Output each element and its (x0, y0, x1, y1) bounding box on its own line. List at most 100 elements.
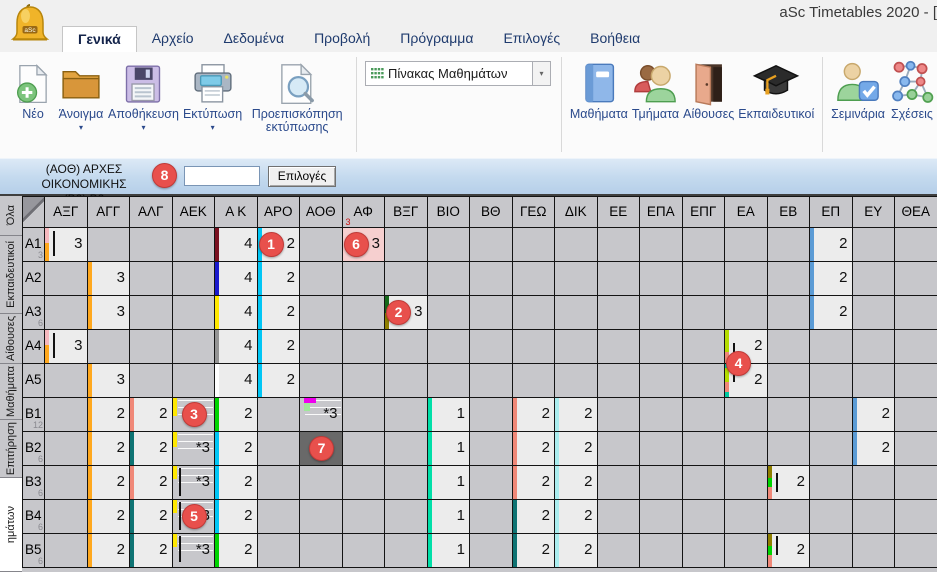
row-header-B1[interactable]: B112 (22, 398, 45, 432)
toolbar-button-Αποθήκευση[interactable]: Αποθήκευση▾ (108, 56, 179, 132)
side-tab-ημάτων[interactable]: ημάτων (0, 478, 22, 572)
lesson-cell-A5-ΑΓΓ[interactable]: 3 (88, 364, 131, 398)
lesson-cell-B2-ΑΓΓ[interactable]: 2 (88, 432, 131, 466)
lesson-cell-A1-ΑΟΘ[interactable] (300, 228, 343, 262)
lesson-cell-A4-ΕΕ[interactable] (598, 330, 641, 364)
lesson-cell-A4-ΑΕΚ[interactable] (173, 330, 216, 364)
lesson-cell-A2-ΑΓΓ[interactable]: 3 (88, 262, 131, 296)
row-header-A1[interactable]: A13 (22, 228, 45, 262)
lesson-cell-A2-Α Κ[interactable]: 4 (215, 262, 258, 296)
lesson-cell-A5-ΘΕΑ[interactable] (895, 364, 937, 398)
lesson-cell-A1-ΕΥ[interactable] (853, 228, 896, 262)
lesson-cell-A2-ΘΕΑ[interactable] (895, 262, 937, 296)
lesson-cell-A2-ΑΦ[interactable] (343, 262, 386, 296)
lesson-cell-A5-ΒΙΟ[interactable] (428, 364, 471, 398)
lesson-cell-B4-ΑΛΓ[interactable]: 2 (130, 500, 173, 534)
lesson-cell-A4-ΕΑ[interactable]: 24 (725, 330, 768, 364)
lesson-cell-A3-ΕΕ[interactable] (598, 296, 641, 330)
lesson-cell-B2-ΕΥ[interactable]: 2 (853, 432, 896, 466)
lesson-cell-B5-ΑΕΚ[interactable]: *3 (173, 534, 216, 568)
row-header-B5[interactable]: B56 (22, 534, 45, 568)
lesson-cell-B2-ΓΕΩ[interactable]: 2 (513, 432, 556, 466)
lesson-cell-B4-ΑΦ[interactable] (343, 500, 386, 534)
lesson-cell-B2-ΕΒ[interactable] (768, 432, 811, 466)
lesson-cell-B1-Α Κ[interactable]: 2 (215, 398, 258, 432)
lesson-cell-B5-ΔΙΚ[interactable]: 2 (555, 534, 598, 568)
lesson-cell-B3-ΑΕΚ[interactable]: *3 (173, 466, 216, 500)
lesson-cell-A5-ΑΛΓ[interactable] (130, 364, 173, 398)
toolbar-button-Σεμινάρια[interactable]: Σεμινάρια (831, 56, 885, 121)
lesson-cell-A4-ΒΙΟ[interactable] (428, 330, 471, 364)
lesson-cell-A3-Α Κ[interactable]: 4 (215, 296, 258, 330)
lesson-cell-B4-ΕΕ[interactable] (598, 500, 641, 534)
side-tab-Αίθουσες[interactable]: Αίθουσες (0, 314, 22, 364)
menu-tab-Αρχείο[interactable]: Αρχείο (137, 26, 209, 52)
lesson-cell-A4-ΑΞΓ[interactable]: 3 (45, 330, 88, 364)
lesson-cell-A1-ΑΡΟ[interactable]: 21 (258, 228, 301, 262)
column-header-Α Κ[interactable]: Α Κ (215, 196, 258, 228)
menu-tab-Δεδομένα[interactable]: Δεδομένα (208, 26, 299, 52)
lesson-cell-A3-ΑΛΓ[interactable] (130, 296, 173, 330)
lesson-cell-B1-ΕΒ[interactable] (768, 398, 811, 432)
lesson-cell-A2-ΑΕΚ[interactable] (173, 262, 216, 296)
toolbar-button-Άνοιγμα[interactable]: Άνοιγμα▾ (58, 56, 104, 132)
lesson-cell-A1-ΔΙΚ[interactable] (555, 228, 598, 262)
lesson-cell-B2-ΒΘ[interactable] (470, 432, 513, 466)
lesson-cell-A3-ΕΠ[interactable]: 2 (810, 296, 853, 330)
lesson-cell-B1-ΑΡΟ[interactable] (258, 398, 301, 432)
lesson-cell-A5-ΕΕ[interactable] (598, 364, 641, 398)
lesson-cell-B3-ΑΓΓ[interactable]: 2 (88, 466, 131, 500)
lesson-cell-B4-ΕΥ[interactable] (853, 500, 896, 534)
lesson-cell-B3-ΕΒ[interactable]: 2 (768, 466, 811, 500)
menu-tab-Γενικά[interactable]: Γενικά (62, 26, 137, 52)
options-button[interactable]: Επιλογές (268, 166, 336, 187)
lesson-cell-A5-ΕΠ[interactable] (810, 364, 853, 398)
lesson-cell-B4-ΑΕΚ[interactable]: *35 (173, 500, 216, 534)
lesson-cell-B5-ΕΠΑ[interactable] (640, 534, 683, 568)
dropdown-caret-icon[interactable]: ▾ (141, 124, 145, 132)
lesson-cell-A4-ΑΓΓ[interactable] (88, 330, 131, 364)
row-header-A5[interactable]: A5 (22, 364, 45, 398)
lesson-cell-A4-ΑΛΓ[interactable] (130, 330, 173, 364)
lesson-cell-A3-ΕΠΑ[interactable] (640, 296, 683, 330)
lesson-cell-A2-ΕΕ[interactable] (598, 262, 641, 296)
lesson-cell-B5-ΑΛΓ[interactable]: 2 (130, 534, 173, 568)
menu-tab-Προβολή[interactable]: Προβολή (299, 26, 385, 52)
lesson-cell-B5-ΒΘ[interactable] (470, 534, 513, 568)
lesson-cell-A5-ΑΕΚ[interactable] (173, 364, 216, 398)
lesson-cell-B4-ΑΟΘ[interactable] (300, 500, 343, 534)
lesson-cell-B3-ΕΑ[interactable] (725, 466, 768, 500)
column-header-ΒΞΓ[interactable]: ΒΞΓ (385, 196, 428, 228)
lesson-cell-A1-ΑΦ[interactable]: 36 (343, 228, 386, 262)
lesson-cell-A4-ΒΘ[interactable] (470, 330, 513, 364)
lesson-cell-A2-ΒΞΓ[interactable] (385, 262, 428, 296)
lesson-cell-B2-Α Κ[interactable]: 2 (215, 432, 258, 466)
lesson-cell-A3-ΑΟΘ[interactable] (300, 296, 343, 330)
lesson-cell-A4-ΑΡΟ[interactable]: 2 (258, 330, 301, 364)
lesson-cell-B2-ΔΙΚ[interactable]: 2 (555, 432, 598, 466)
lesson-cell-A2-ΒΘ[interactable] (470, 262, 513, 296)
lesson-cell-A1-ΑΞΓ[interactable]: 3 (45, 228, 88, 262)
lesson-cell-A1-ΕΑ[interactable] (725, 228, 768, 262)
column-header-ΒΘ[interactable]: ΒΘ (470, 196, 513, 228)
lesson-cell-B5-ΕΕ[interactable] (598, 534, 641, 568)
lesson-cell-A5-ΑΦ[interactable] (343, 364, 386, 398)
toolbar-button-Προεπισκόπηση εκτύπωσης[interactable]: Προεπισκόπηση εκτύπωσης (246, 56, 348, 134)
lesson-cell-A5-ΕΒ[interactable] (768, 364, 811, 398)
lesson-cell-A3-ΔΙΚ[interactable] (555, 296, 598, 330)
lesson-cell-B4-ΑΞΓ[interactable] (45, 500, 88, 534)
lesson-cell-B5-ΕΒ[interactable]: 2 (768, 534, 811, 568)
lesson-cell-A5-ΓΕΩ[interactable] (513, 364, 556, 398)
lesson-cell-B1-ΑΓΓ[interactable]: 2 (88, 398, 131, 432)
column-header-ΕΥ[interactable]: ΕΥ (853, 196, 896, 228)
lesson-cell-B3-ΑΞΓ[interactable] (45, 466, 88, 500)
lesson-cell-B3-ΑΡΟ[interactable] (258, 466, 301, 500)
lesson-cell-B3-ΕΥ[interactable] (853, 466, 896, 500)
lesson-cell-B1-ΑΟΘ[interactable]: *3 (300, 398, 343, 432)
lesson-cell-B1-ΕΕ[interactable] (598, 398, 641, 432)
lesson-cell-A3-ΑΡΟ[interactable]: 2 (258, 296, 301, 330)
lesson-cell-B1-ΕΠΑ[interactable] (640, 398, 683, 432)
lesson-cell-B2-ΕΠ[interactable] (810, 432, 853, 466)
lesson-cell-B3-ΒΘ[interactable] (470, 466, 513, 500)
lesson-cell-B5-ΕΠ[interactable] (810, 534, 853, 568)
